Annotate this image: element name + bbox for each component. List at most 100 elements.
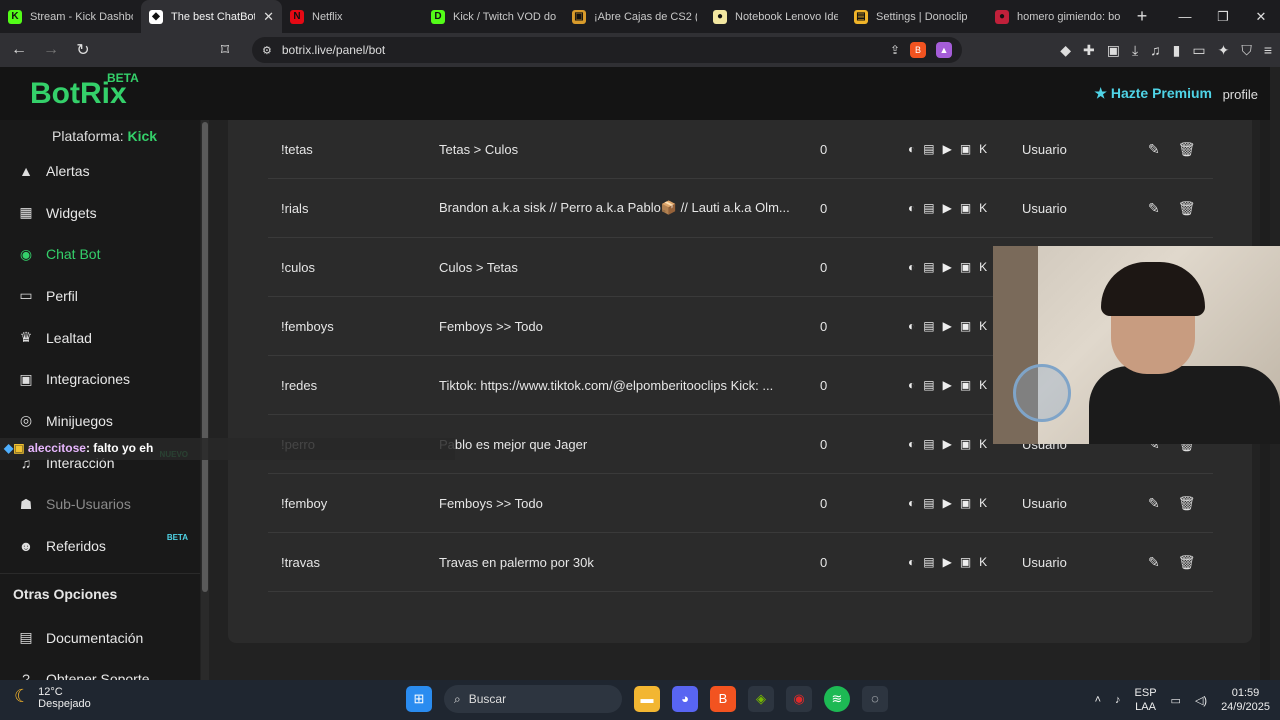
- badge-icon: ◆: [4, 441, 14, 455]
- wallet-icon[interactable]: ▭: [1192, 42, 1205, 59]
- sidebar-item[interactable]: ☻ Referidos BETA: [0, 525, 200, 567]
- sidebar-item[interactable]: ◎ Minijuegos: [0, 400, 200, 442]
- command-response: Femboys >> Todo: [439, 318, 543, 334]
- weather-text: Despejado: [38, 698, 91, 710]
- sidebar-scroll-thumb[interactable]: [202, 122, 208, 592]
- clock[interactable]: 01:59 24/9/2025: [1221, 686, 1270, 714]
- browser-tab[interactable]: ● Notebook Lenovo Ide: [705, 0, 846, 33]
- nvidia-icon[interactable]: ◈: [748, 686, 774, 712]
- tab-title: Notebook Lenovo Ide: [735, 10, 838, 23]
- site-info-icon[interactable]: ⚙: [262, 44, 272, 57]
- table-row: !rials Brandon a.k.a sisk // Perro a.k.a …: [268, 179, 1213, 238]
- file-explorer-icon[interactable]: ▬: [634, 686, 660, 712]
- network-icon[interactable]: ▭: [1171, 694, 1181, 707]
- tab-title: Kick / Twitch VOD do: [453, 10, 556, 23]
- language-indicator[interactable]: ESP LAA: [1135, 686, 1157, 714]
- edit-icon[interactable]: ✎: [1148, 200, 1160, 217]
- youtube-icon: ▶: [942, 555, 952, 569]
- reload-icon[interactable]: ↻: [72, 40, 94, 60]
- volume-icon[interactable]: ◁): [1195, 694, 1207, 707]
- gamepad-icon: ◎: [19, 412, 33, 429]
- sidebar-item[interactable]: ▣ Integraciones: [0, 358, 200, 400]
- command-name: !tetas: [281, 141, 313, 157]
- sidebar-item[interactable]: ▦ Widgets: [0, 192, 200, 234]
- browser-tab[interactable]: ◆ The best ChatBot ✕: [141, 0, 282, 33]
- browser-tab[interactable]: D Kick / Twitch VOD do: [423, 0, 564, 33]
- microphone-icon[interactable]: ♪: [1115, 694, 1121, 706]
- forward-icon[interactable]: →: [40, 41, 62, 59]
- book-icon: ▤: [19, 629, 33, 646]
- sidebar-item[interactable]: ▤ Documentación: [0, 617, 200, 659]
- command-uses: 0: [820, 495, 828, 511]
- spotify-icon[interactable]: ≋: [824, 686, 850, 712]
- trash-icon[interactable]: 🗑: [1178, 141, 1196, 158]
- table-row: !travas Travas en palermo por 30k 0 ◐ ▤ ▶ ▣ K Us…: [268, 533, 1213, 592]
- close-tab-icon[interactable]: ✕: [263, 9, 274, 25]
- sidebar-item-label: Documentación: [46, 629, 144, 646]
- kick-chat-icon: ▣: [959, 142, 972, 156]
- minimize-icon[interactable]: —: [1166, 0, 1204, 33]
- sidebar-item[interactable]: ? Obtener Soporte: [0, 659, 200, 680]
- sidebar-toggle-icon[interactable]: ▮: [1173, 42, 1181, 59]
- download-icon[interactable]: ⤓: [1132, 42, 1138, 59]
- sidebar-item[interactable]: ◉ Chat Bot: [0, 233, 200, 275]
- chat-user: aleccitose: [27, 441, 86, 455]
- youtube-icon: ▶: [942, 319, 952, 333]
- share-icon[interactable]: ⇪: [890, 43, 900, 57]
- sidebar-item[interactable]: ♛ Lealtad: [0, 317, 200, 359]
- warning-icon: ▲: [19, 162, 33, 179]
- sidebar-item[interactable]: ▲ Alertas: [0, 150, 200, 192]
- close-window-icon[interactable]: ✕: [1242, 0, 1280, 33]
- discord-icon[interactable]: ◕: [672, 686, 698, 712]
- obs-icon[interactable]: ◌: [862, 686, 888, 712]
- browser-tab[interactable]: ▤ Settings | Donoclip: [846, 0, 987, 33]
- bookmark-icon[interactable]: ⌑: [214, 40, 236, 60]
- lang-layout: LAA: [1135, 701, 1156, 713]
- sidebar-item[interactable]: ☗ Sub-Usuarios: [0, 484, 200, 526]
- weather-widget[interactable]: ☾ 12°C Despejado: [14, 686, 91, 710]
- shield-icon[interactable]: ⛉: [1241, 42, 1252, 59]
- windows-start-icon[interactable]: ⊞: [406, 686, 432, 712]
- leo-icon[interactable]: ✦: [1218, 42, 1230, 59]
- taskbar-apps: ⊞ ⌕ Buscar ▬ ◕ B ◈ ◉ ≋ ◌: [406, 685, 888, 713]
- brave-rewards-icon[interactable]: ▲: [936, 42, 952, 58]
- command-platforms: ◐ ▤ ▶ ▣ K: [908, 260, 987, 274]
- screenshot-icon[interactable]: ▣: [1107, 42, 1120, 59]
- vpn-icon[interactable]: ◆: [1060, 42, 1071, 59]
- command-name: !travas: [281, 554, 321, 570]
- brave-icon[interactable]: B: [710, 686, 736, 712]
- browser-tab[interactable]: ● homero gimiendo: bo: [987, 0, 1128, 33]
- trash-icon[interactable]: 🗑: [1178, 495, 1196, 512]
- brave-shields-icon[interactable]: B: [910, 42, 926, 58]
- new-tab-icon[interactable]: +: [1128, 6, 1156, 27]
- menu-icon[interactable]: ≡: [1264, 42, 1272, 59]
- trash-icon[interactable]: 🗑: [1178, 554, 1196, 571]
- kick-icon: K: [979, 496, 988, 510]
- store-icon: ●: [713, 9, 727, 24]
- command-uses: 0: [820, 436, 828, 452]
- edit-icon[interactable]: ✎: [1148, 495, 1160, 512]
- twitch-icon: ▤: [923, 378, 935, 392]
- twitch-icon: ▤: [923, 555, 935, 569]
- edit-icon[interactable]: ✎: [1148, 554, 1160, 571]
- address-bar[interactable]: ⚙ botrix.live/panel/bot ⇪ B ▲: [252, 37, 962, 63]
- command-response: Tiktok: https://www.tiktok.com/@elpomber…: [439, 377, 774, 393]
- sidebar-item[interactable]: ▭ Perfil: [0, 275, 200, 317]
- trash-icon[interactable]: 🗑: [1178, 200, 1196, 217]
- media-icon[interactable]: ♫: [1150, 42, 1161, 59]
- browser-tab[interactable]: N Netflix: [282, 0, 423, 33]
- back-icon[interactable]: ←: [8, 41, 30, 59]
- extensions-icon[interactable]: ✚: [1083, 42, 1095, 59]
- browser-tab[interactable]: K Stream - Kick Dashbo: [0, 0, 141, 33]
- trophy-icon: ♛: [19, 329, 33, 346]
- edit-icon[interactable]: ✎: [1148, 141, 1160, 158]
- browser-tab[interactable]: ▣ ¡Abre Cajas de CS2 (C: [564, 0, 705, 33]
- restore-icon[interactable]: ❐: [1204, 0, 1242, 33]
- botrix-logo[interactable]: BotRix BETA: [30, 71, 139, 111]
- premium-button[interactable]: ★ Hazte Premium: [1094, 85, 1212, 102]
- sidebar-item-label: Obtener Soporte: [46, 671, 150, 680]
- chevron-up-icon[interactable]: ˄: [1095, 694, 1101, 706]
- razer-icon[interactable]: ◉: [786, 686, 812, 712]
- taskbar-search[interactable]: ⌕ Buscar: [444, 685, 622, 713]
- profile-button[interactable]: profile: [1223, 87, 1258, 102]
